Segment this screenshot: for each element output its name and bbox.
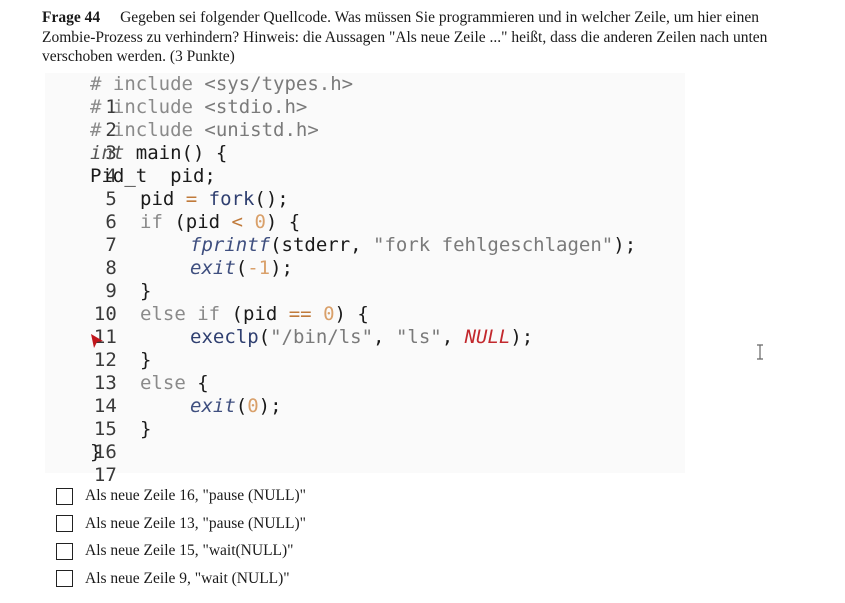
code-token: (	[235, 257, 248, 279]
code-token: <stdio.h>	[204, 96, 308, 118]
code-token: exit	[190, 257, 236, 279]
code-token: (pid	[220, 303, 289, 325]
code-token: "ls"	[395, 326, 442, 348]
code-token: else if	[140, 303, 221, 325]
code-token: ,	[441, 326, 465, 348]
code-token: ==	[288, 303, 312, 325]
code-token: }	[140, 349, 152, 371]
code-listing: 1 # include <sys/types.h> 2 # include <s…	[45, 73, 685, 486]
answer-label: Als neue Zeile 15, "wait(NULL)"	[85, 542, 294, 559]
answer-checkbox[interactable]	[56, 542, 73, 560]
code-line: 14 else {	[45, 372, 685, 417]
code-line: 3 # include <unistd.h>	[45, 119, 685, 164]
code-token: }	[140, 280, 152, 302]
code-token: );	[270, 257, 293, 279]
code-line: 15 exit(0);	[45, 395, 685, 440]
code-token: # include	[90, 119, 205, 141]
code-line: 12 execlp("/bin/ls", "ls", NULL);	[45, 326, 685, 371]
code-token: );	[613, 234, 637, 256]
code-token: (stderr,	[270, 234, 374, 256]
code-token: }	[140, 418, 152, 440]
code-token: (pid	[162, 211, 232, 233]
code-line: 16 }	[45, 418, 685, 463]
answer-checkbox[interactable]	[56, 487, 73, 505]
code-token: "/bin/ls"	[270, 326, 374, 348]
code-token: );	[258, 395, 282, 417]
code-token: <	[231, 211, 243, 233]
code-token: 0	[254, 211, 266, 233]
question-text: Gegeben sei folgender Quellcode. Was müs…	[42, 9, 768, 65]
code-token: {	[185, 372, 209, 394]
line-number: 17	[93, 464, 117, 486]
code-token: =	[185, 188, 198, 210]
answer-checkbox[interactable]	[56, 515, 73, 532]
code-token: ) {	[334, 303, 369, 325]
code-token: 0	[247, 395, 259, 417]
code-line: 1 # include <sys/types.h>	[45, 73, 685, 118]
code-token: fprintf	[190, 234, 271, 256]
question-number: Frage 44	[42, 9, 101, 26]
code-token: }	[90, 441, 102, 463]
code-token: -1	[247, 257, 271, 279]
code-token: (	[258, 326, 271, 348]
code-token: NULL	[464, 326, 511, 348]
code-token: ();	[254, 188, 289, 210]
answer-checkbox[interactable]	[56, 570, 73, 587]
answer-option[interactable]: Als neue Zeile 13, "pause (NULL)"	[56, 514, 306, 534]
answer-options: Als neue Zeile 16, "pause (NULL)" Als ne…	[56, 486, 306, 596]
answer-option[interactable]: Als neue Zeile 16, "pause (NULL)"	[56, 486, 306, 506]
code-token: if	[140, 211, 163, 233]
code-line: 13 }	[45, 349, 685, 394]
code-line: 8 fprintf(stderr, "fork fehlgeschlagen")…	[45, 234, 685, 279]
code-token: main() {	[124, 142, 228, 164]
question-block: Frage 44 Gegeben sei folgender Quellcode.…	[42, 8, 772, 67]
answer-label: Als neue Zeile 9, "wait (NULL)"	[85, 569, 290, 587]
code-token: );	[510, 326, 534, 348]
code-line: 7 if (pid < 0) {	[45, 211, 685, 256]
code-token: ) {	[265, 211, 301, 233]
code-token: ,	[373, 326, 396, 348]
code-token: pid	[140, 188, 186, 210]
code-line: 5 Pid_t pid;	[45, 165, 685, 210]
code-token: "fork fehlgeschlagen"	[373, 234, 614, 256]
code-token: Pid_t pid;	[90, 165, 216, 187]
code-token: <unistd.h>	[204, 119, 319, 141]
code-line: 6 pid = fork();	[45, 188, 685, 233]
code-token: fork	[197, 188, 255, 210]
code-line: 17 }	[45, 441, 685, 486]
code-line: 2 # include <stdio.h>	[45, 96, 685, 141]
answer-option[interactable]: Als neue Zeile 15, "wait(NULL)"	[56, 541, 306, 561]
code-token: # include	[90, 73, 205, 95]
code-token: # include	[90, 96, 205, 118]
code-token: 0	[323, 303, 335, 325]
code-token: (	[235, 395, 248, 417]
code-token: exit	[190, 395, 236, 417]
code-token: execlp	[190, 326, 259, 348]
code-token: else	[140, 372, 186, 394]
answer-label: Als neue Zeile 13, "pause (NULL)"	[85, 514, 306, 532]
answer-option[interactable]: Als neue Zeile 9, "wait (NULL)"	[56, 569, 306, 589]
code-line: 11 else if (pid == 0) {	[45, 303, 685, 348]
code-token: int	[90, 142, 125, 164]
answer-label: Als neue Zeile 16, "pause (NULL)"	[85, 487, 306, 504]
code-line: 4 int main() {	[45, 142, 685, 187]
code-token: <sys/types.h>	[204, 73, 354, 95]
code-line: 10 }	[45, 280, 685, 325]
text-cursor-icon	[757, 344, 763, 360]
code-line: 9 exit(-1);	[45, 257, 685, 302]
mouse-pointer-icon	[91, 334, 103, 348]
